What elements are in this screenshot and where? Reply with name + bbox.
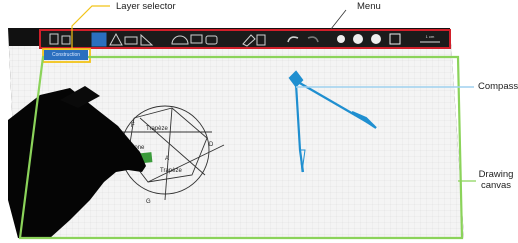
label-trapeze-top: Trapèze [146,126,168,132]
drawing-canvas-label-line1: Drawing [478,169,514,180]
scale-label: 1 cm [426,34,435,39]
info-icon[interactable] [353,34,363,44]
label-point-d: D [209,142,214,148]
label-point-f: F [131,123,135,129]
layer-selector-label: Layer selector [116,1,176,12]
settings-gear-icon[interactable] [337,35,345,43]
menu-label: Menu [357,1,381,12]
screenshot-stage: 1 cm Trapèze polygone Trapèze A D G F [8,5,476,240]
label-point-a: A [165,156,169,162]
drawing-canvas-label: Drawing canvas [478,169,514,191]
active-layer-chip[interactable]: Construction [44,50,88,60]
pencil-tool-icon[interactable] [91,32,107,47]
label-point-g: G [146,199,151,205]
label-trapeze-bottom: Trapèze [160,168,182,174]
help-icon[interactable] [371,34,381,44]
menu-pointer-line [330,9,347,30]
compass-label: Compass [478,81,518,92]
drawing-canvas-label-line2: canvas [480,180,512,191]
